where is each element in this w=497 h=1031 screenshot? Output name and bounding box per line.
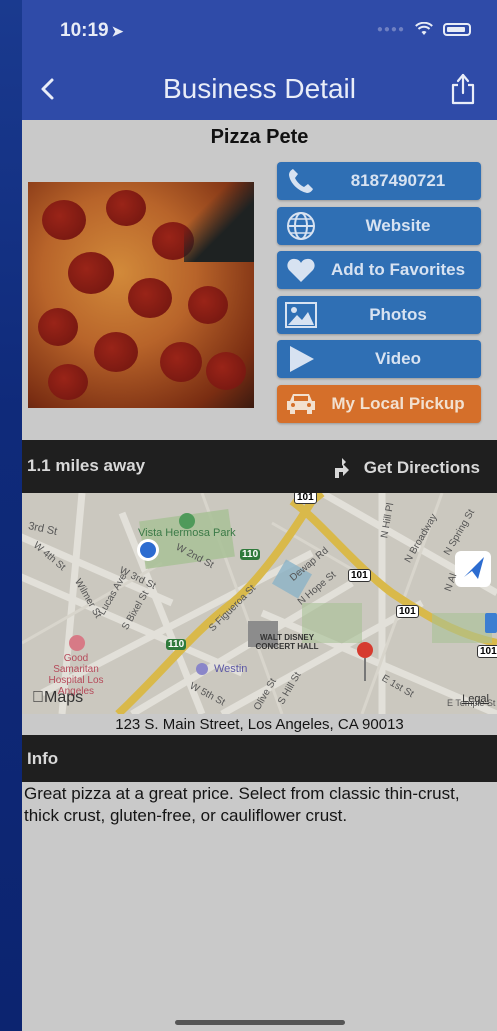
highway-shield: 101 bbox=[477, 645, 497, 658]
business-photo[interactable] bbox=[28, 182, 254, 408]
business-name: Pizza Pete bbox=[210, 126, 309, 148]
add-to-favorites-button[interactable]: Add to Favorites bbox=[277, 251, 481, 289]
get-directions-button[interactable]: Get Directions bbox=[332, 456, 480, 480]
nav-bar: Business Detail bbox=[22, 60, 497, 120]
phone-label: 8187490721 bbox=[350, 171, 446, 190]
distance-bar: 1.1 miles away Get Directions bbox=[22, 440, 497, 493]
pepperoni-shape bbox=[160, 342, 202, 382]
website-button[interactable]: Website bbox=[277, 206, 481, 245]
map-label: WALT DISNEY CONCERT HALL bbox=[255, 633, 319, 651]
pepperoni-shape bbox=[94, 332, 138, 372]
pepperoni-shape bbox=[42, 200, 86, 240]
pepperoni-shape bbox=[38, 308, 78, 346]
map-label: Westin bbox=[214, 663, 248, 675]
image-icon bbox=[283, 299, 319, 331]
car-icon bbox=[283, 388, 319, 420]
highway-shield: 110 bbox=[240, 549, 261, 560]
local-pickup-button[interactable]: My Local Pickup bbox=[277, 384, 481, 423]
status-time: 10:19 ➤ bbox=[60, 20, 124, 41]
business-description: Great pizza at a great price. Select fro… bbox=[24, 784, 460, 825]
app-screen: 10:19➤ ●●●● Business Detail Pizza Pete bbox=[22, 0, 497, 1031]
business-address: 123 S. Main Street, Los Angeles, CA 9001… bbox=[115, 716, 404, 733]
photo-shadow bbox=[184, 182, 254, 262]
home-indicator[interactable] bbox=[175, 1020, 345, 1025]
highway-shield: 101 bbox=[294, 493, 317, 504]
phone-icon bbox=[283, 165, 319, 197]
map-label: Vista Hermosa Park bbox=[138, 527, 236, 539]
action-buttons: 8187490721 Website Add to Favorites Phot… bbox=[277, 162, 481, 429]
info-header: Info bbox=[22, 735, 497, 782]
pepperoni-shape bbox=[128, 278, 172, 318]
highway-shield: 101 bbox=[396, 605, 419, 618]
globe-icon bbox=[283, 210, 319, 242]
pepperoni-shape bbox=[188, 286, 228, 324]
wifi-icon bbox=[415, 22, 433, 35]
play-icon bbox=[283, 343, 319, 375]
photos-label: Photos bbox=[369, 304, 427, 324]
website-label: Website bbox=[365, 215, 431, 235]
pepperoni-shape bbox=[68, 252, 114, 294]
info-label: Info bbox=[27, 749, 59, 768]
photos-button[interactable]: Photos bbox=[277, 295, 481, 334]
highway-shield: 110 bbox=[166, 639, 187, 650]
get-directions-label: Get Directions bbox=[363, 458, 480, 477]
share-icon[interactable] bbox=[449, 72, 477, 106]
status-bar: 10:19 ➤ ●●●● bbox=[22, 0, 497, 60]
distance-text: 1.1 miles away bbox=[27, 456, 146, 475]
status-indicators: ●●●● bbox=[377, 22, 471, 36]
map-legal-link[interactable]: Legal bbox=[462, 693, 489, 705]
local-pickup-label: My Local Pickup bbox=[331, 393, 465, 413]
directions-icon bbox=[334, 458, 349, 478]
page-title: Business Detail bbox=[163, 73, 356, 104]
pepperoni-shape bbox=[206, 352, 246, 390]
heart-icon bbox=[283, 254, 319, 286]
apple-maps-logo: Maps bbox=[32, 689, 83, 706]
signal-dots-icon: ●●●● bbox=[376, 23, 405, 35]
pepperoni-shape bbox=[48, 364, 88, 400]
highway-shield: 101 bbox=[348, 569, 371, 582]
phone-button[interactable]: 8187490721 bbox=[277, 162, 481, 200]
favorites-label: Add to Favorites bbox=[330, 260, 466, 279]
location-arrow-icon: ➤ bbox=[111, 23, 124, 39]
pepperoni-shape bbox=[106, 190, 146, 226]
location-map[interactable]: 3rd St W 4th St Vista Hermosa Park W 2nd… bbox=[22, 493, 497, 714]
video-label: Video bbox=[375, 349, 421, 368]
battery-icon bbox=[443, 22, 471, 36]
video-button[interactable]: Video bbox=[277, 340, 481, 378]
